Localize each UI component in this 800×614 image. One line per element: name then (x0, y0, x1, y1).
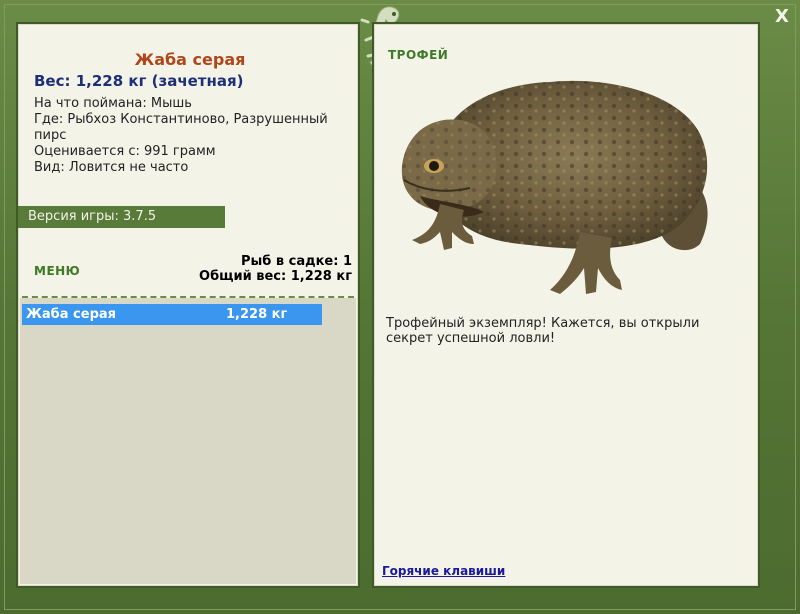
divider (22, 296, 354, 298)
keepnet-summary: Рыб в садке: 1 Общий вес: 1,228 кг (199, 254, 352, 284)
game-version: Версия игры: 3.7.5 (18, 206, 225, 228)
catch-weight: 1,228 кг (226, 307, 288, 322)
bait-line: На что поймана: Мышь (34, 96, 192, 111)
hotkeys-link[interactable]: Горячие клавиши (382, 564, 505, 578)
trophy-panel: ТРОФЕЙ Трофейный экземпляр! Кажется, вы … (372, 22, 760, 588)
close-icon[interactable]: X (770, 5, 794, 29)
fish-info-panel: Жаба серая Вес: 1,228 кг (зачетная) На ч… (16, 22, 360, 588)
rating-line: Оценивается с: 991 грамм (34, 144, 216, 159)
fish-title: Жаба серая (134, 50, 246, 69)
list-item[interactable]: Жаба серая 1,228 кг (22, 304, 322, 325)
keepnet-count: Рыб в садке: 1 (240, 254, 352, 269)
keepnet-total-weight: Общий вес: 1,228 кг (199, 269, 352, 284)
location-line: Где: Рыбхоз Константиново, Разрушенный п… (34, 112, 328, 143)
trophy-message: Трофейный экземпляр! Кажется, вы открыли… (386, 316, 700, 346)
toad-image (401, 80, 708, 294)
catch-list-area (20, 298, 356, 584)
menu-button[interactable]: МЕНЮ (34, 264, 80, 278)
catch-name: Жаба серая (26, 307, 117, 322)
fish-details: На что поймана: Мышь Где: Рыбхоз Констан… (34, 96, 344, 176)
frequency-line: Вид: Ловится не часто (34, 160, 189, 175)
window-frame: X Жаба серая Вес: 1,228 кг (зачетная) На… (0, 0, 800, 614)
fish-weight: Вес: 1,228 кг (зачетная) (34, 72, 244, 90)
